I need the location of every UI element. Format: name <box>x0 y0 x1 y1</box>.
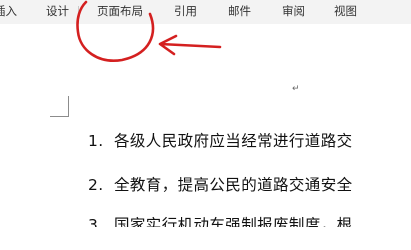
tab-insert[interactable]: 插入 <box>0 1 17 21</box>
list-number: 2. <box>88 176 104 194</box>
paragraph-mark: ↵ <box>292 84 300 94</box>
tab-view[interactable]: 视图 <box>334 1 357 21</box>
list-text: 各级人民政府应当经常进行道路交 <box>114 132 353 150</box>
tab-separator <box>78 6 79 18</box>
list-number: 1. <box>88 132 104 150</box>
tab-page-layout[interactable]: 页面布局 <box>97 1 143 21</box>
list-item[interactable]: 1. 各级人民政府应当经常进行道路交 <box>88 129 353 151</box>
list-item[interactable]: 2. 全教育，提高公民的道路交通安全 <box>88 173 353 195</box>
tab-review[interactable]: 审阅 <box>282 1 305 21</box>
tab-mailings[interactable]: 邮件 <box>228 1 251 21</box>
ribbon-tab-bar: 插入 设计 页面布局 引用 邮件 审阅 视图 <box>0 0 411 24</box>
tab-design[interactable]: 设计 <box>46 1 69 21</box>
margin-corner-mark <box>50 96 69 117</box>
list-text: 全教育，提高公民的道路交通安全 <box>114 176 353 194</box>
tab-references[interactable]: 引用 <box>174 1 197 21</box>
